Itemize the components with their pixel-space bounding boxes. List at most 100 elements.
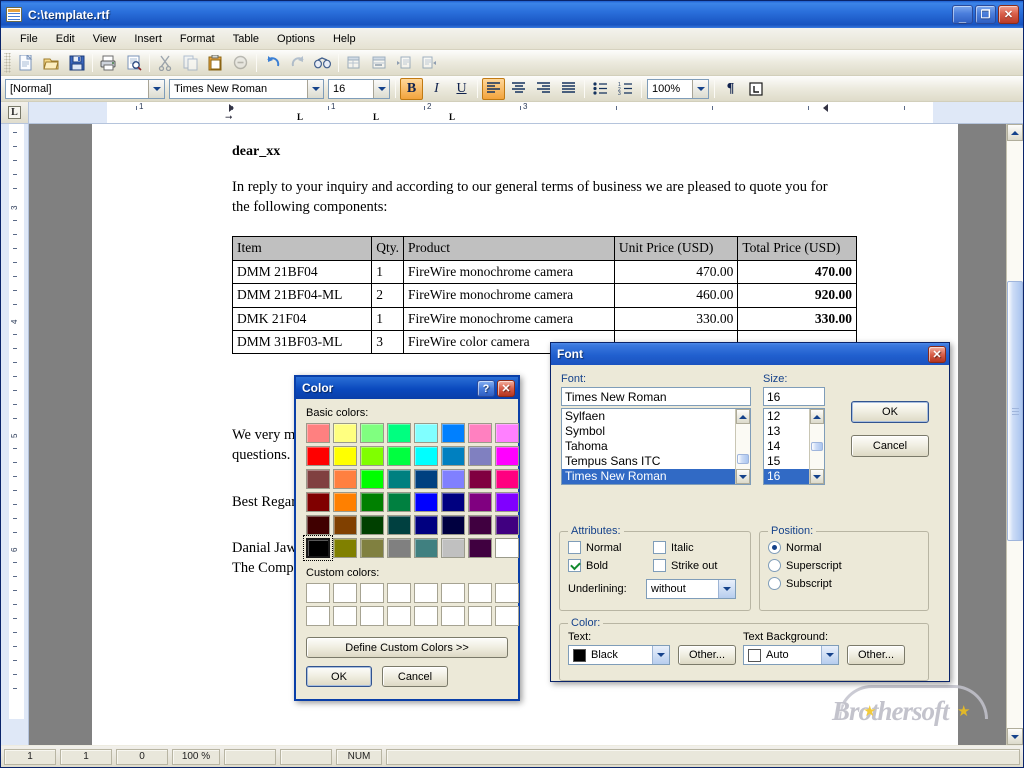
horizontal-ruler[interactable]: 1 1 2 3 ➞ L L L: [29, 102, 1023, 123]
color-swatch[interactable]: [414, 469, 438, 489]
color-swatch[interactable]: [306, 446, 330, 466]
position-subscript-row[interactable]: Subscript: [768, 577, 920, 590]
first-line-indent-marker[interactable]: [229, 104, 234, 112]
basic-colors-grid[interactable]: [306, 423, 508, 558]
color-swatch[interactable]: [306, 469, 330, 489]
font-list-item[interactable]: Sylfaen: [562, 409, 735, 424]
bold-checkbox[interactable]: [568, 559, 581, 572]
print-preview-button[interactable]: [122, 52, 145, 74]
new-file-button[interactable]: [15, 52, 38, 74]
scrollbar-track[interactable]: [1007, 141, 1023, 728]
size-list-thumb[interactable]: [811, 442, 823, 451]
color-swatch[interactable]: [333, 423, 357, 443]
custom-color-slot[interactable]: [360, 583, 384, 603]
tab-stop-left-icon[interactable]: L: [8, 106, 21, 119]
color-swatch[interactable]: [333, 492, 357, 512]
font-size-input[interactable]: 16: [763, 387, 825, 406]
color-swatch[interactable]: [468, 423, 492, 443]
vertical-ruler[interactable]: 3 4 5 6: [1, 124, 29, 745]
size-list-item-selected[interactable]: 16: [764, 469, 809, 484]
font-list-item[interactable]: Tahoma: [562, 439, 735, 454]
bold-checkbox-row[interactable]: Bold: [568, 559, 653, 572]
menu-file[interactable]: File: [11, 31, 47, 47]
position-normal-row[interactable]: Normal: [768, 541, 920, 554]
size-list-scroll-up[interactable]: [810, 409, 824, 424]
align-right-button[interactable]: [532, 78, 555, 100]
font-size-combo[interactable]: 16: [328, 79, 390, 99]
bold-button[interactable]: B: [400, 78, 423, 100]
custom-color-slot[interactable]: [387, 606, 411, 626]
color-swatch[interactable]: [360, 423, 384, 443]
size-list-track[interactable]: [810, 424, 824, 469]
size-list-scroll-down[interactable]: [810, 469, 824, 484]
size-list-item[interactable]: 12: [764, 409, 809, 424]
custom-color-slot[interactable]: [333, 606, 357, 626]
save-file-button[interactable]: [65, 52, 88, 74]
font-cancel-button[interactable]: Cancel: [851, 435, 929, 457]
font-list-scrollbar[interactable]: [735, 409, 750, 484]
color-swatch[interactable]: [495, 469, 519, 489]
left-indent-marker[interactable]: ➞: [225, 113, 233, 121]
define-custom-colors-button[interactable]: Define Custom Colors >>: [306, 637, 508, 658]
style-combo[interactable]: [Normal]: [5, 79, 165, 99]
color-swatch[interactable]: [306, 492, 330, 512]
color-swatch[interactable]: [306, 515, 330, 535]
undo-button[interactable]: [261, 52, 284, 74]
text-color-other-button[interactable]: Other...: [678, 645, 736, 665]
text-background-dropdown[interactable]: Auto: [743, 645, 839, 665]
color-swatch[interactable]: [495, 515, 519, 535]
font-list-scroll-down[interactable]: [736, 469, 750, 484]
custom-color-slot[interactable]: [495, 606, 519, 626]
vertical-scrollbar[interactable]: [1006, 124, 1023, 745]
color-swatch[interactable]: [441, 446, 465, 466]
position-normal-radio[interactable]: [768, 541, 781, 554]
color-dialog-help-button[interactable]: ?: [477, 380, 495, 397]
open-file-button[interactable]: [40, 52, 63, 74]
position-subscript-radio[interactable]: [768, 577, 781, 590]
color-swatch[interactable]: [468, 492, 492, 512]
custom-color-slot[interactable]: [414, 583, 438, 603]
color-swatch[interactable]: [360, 446, 384, 466]
custom-color-slot[interactable]: [468, 583, 492, 603]
custom-colors-grid[interactable]: [306, 583, 508, 626]
cut-button[interactable]: [154, 52, 177, 74]
paste-button[interactable]: [204, 52, 227, 74]
right-indent-marker[interactable]: [823, 104, 828, 112]
font-list-scroll-up[interactable]: [736, 409, 750, 424]
position-superscript-row[interactable]: Superscript: [768, 559, 920, 572]
font-name-input[interactable]: Times New Roman: [561, 387, 751, 406]
tab-stop-marker[interactable]: L: [373, 113, 379, 122]
minimize-button[interactable]: _: [952, 5, 973, 24]
chevron-down-icon[interactable]: [148, 80, 164, 98]
color-ok-button[interactable]: OK: [306, 666, 372, 687]
color-swatch[interactable]: [441, 538, 465, 558]
chevron-down-icon[interactable]: [652, 646, 669, 664]
ruler-corner[interactable]: L: [1, 102, 29, 123]
color-swatch[interactable]: [495, 423, 519, 443]
color-swatch[interactable]: [333, 538, 357, 558]
bg-color-other-button[interactable]: Other...: [847, 645, 905, 665]
color-swatch[interactable]: [387, 492, 411, 512]
text-color-dropdown[interactable]: Black: [568, 645, 670, 665]
color-dialog[interactable]: Color ? ✕ Basic colors:: [294, 375, 520, 701]
font-list-thumb[interactable]: [737, 454, 749, 464]
custom-color-slot[interactable]: [495, 583, 519, 603]
menu-edit[interactable]: Edit: [47, 31, 84, 47]
color-swatch[interactable]: [333, 469, 357, 489]
custom-color-slot[interactable]: [468, 606, 492, 626]
color-swatch[interactable]: [360, 515, 384, 535]
delete-button[interactable]: [229, 52, 252, 74]
color-swatch[interactable]: [387, 469, 411, 489]
color-swatch[interactable]: [441, 469, 465, 489]
custom-color-slot[interactable]: [387, 583, 411, 603]
color-swatch[interactable]: [360, 492, 384, 512]
color-swatch[interactable]: [333, 446, 357, 466]
color-swatch[interactable]: [414, 423, 438, 443]
font-dialog[interactable]: Font ✕ Font: Times New Roman Sylfaen Sym…: [550, 342, 950, 682]
color-swatch[interactable]: [387, 515, 411, 535]
color-swatch[interactable]: [360, 538, 384, 558]
italic-button[interactable]: I: [425, 78, 448, 100]
scroll-up-button[interactable]: [1007, 124, 1023, 141]
size-list-item[interactable]: 14: [764, 439, 809, 454]
scrollbar-thumb[interactable]: [1007, 281, 1023, 541]
